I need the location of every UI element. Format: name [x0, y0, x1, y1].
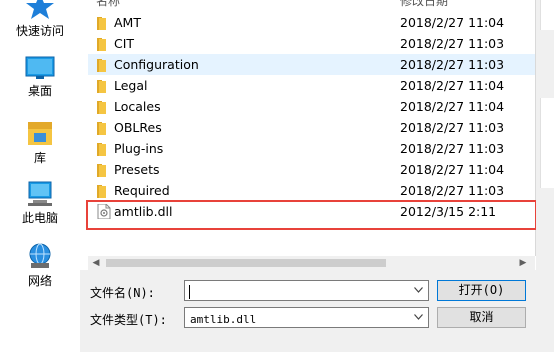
folder-row[interactable]: Legal 2018/2/27 11:04	[88, 75, 535, 96]
library-icon	[28, 122, 52, 145]
chevron-down-icon[interactable]	[414, 314, 423, 320]
star-icon	[26, 0, 54, 19]
filetype-label: 文件类型(T):	[90, 313, 167, 327]
nav-item-desktop[interactable]: 桌面	[0, 56, 80, 99]
folder-row[interactable]: Configuration 2018/2/27 11:03	[88, 54, 535, 75]
nav-label: 此电脑	[21, 211, 58, 225]
file-date: 2018/2/27 11:04	[400, 99, 505, 114]
file-date: 2018/2/27 11:03	[400, 141, 505, 156]
nav-item-quick-access[interactable]: 快速访问	[0, 0, 80, 39]
horizontal-scrollbar[interactable]: ◀ ▶	[88, 256, 535, 270]
scrollbar-thumb[interactable]	[106, 259, 386, 267]
folder-row[interactable]: Locales 2018/2/27 11:04	[88, 96, 535, 117]
folder-icon	[97, 17, 106, 30]
filename-label: 文件名(N):	[90, 286, 155, 300]
file-name: Presets	[114, 162, 160, 177]
text-caret	[189, 285, 190, 299]
scroll-right-icon[interactable]: ▶	[518, 258, 528, 268]
folder-icon	[97, 143, 106, 156]
folder-icon	[97, 101, 106, 114]
open-button[interactable]: 打开(O)	[437, 280, 526, 301]
folder-row[interactable]: Required 2018/2/27 11:03	[88, 180, 535, 201]
outer-scroll-strip	[536, 0, 554, 352]
file-name: OBLRes	[114, 120, 162, 135]
chevron-down-icon[interactable]	[414, 287, 423, 293]
file-date: 2018/2/27 11:03	[400, 57, 505, 72]
nav-item-this-pc[interactable]: 此电脑	[0, 181, 80, 226]
file-date: 2018/2/27 11:04	[400, 78, 505, 93]
scroll-left-icon[interactable]: ◀	[91, 258, 101, 268]
filetype-value: amtlib.dll	[190, 313, 257, 326]
strip-segment	[540, 98, 554, 188]
file-date: 2018/2/27 11:03	[400, 36, 505, 51]
navigation-pane: 快速访问 桌面 库 此电脑 网络	[0, 0, 80, 352]
file-date: 2018/2/27 11:04	[400, 162, 505, 177]
file-name: Required	[114, 183, 170, 198]
nav-item-library[interactable]: 库	[0, 119, 80, 166]
strip-segment	[540, 0, 554, 30]
column-header: 名称 修改日期	[88, 0, 535, 8]
folder-icon	[97, 164, 106, 177]
folder-row[interactable]: Plug-ins 2018/2/27 11:03	[88, 138, 535, 159]
file-name: AMT	[114, 15, 141, 30]
folder-icon	[97, 38, 106, 51]
file-name: CIT	[114, 36, 135, 51]
nav-label: 快速访问	[15, 24, 64, 38]
folder-row[interactable]: OBLRes 2018/2/27 11:03	[88, 117, 535, 138]
folder-icon	[97, 122, 106, 135]
filename-combobox[interactable]	[184, 280, 429, 301]
nav-item-network[interactable]: 网络	[0, 242, 80, 289]
dialog-footer: 文件名(N): 打开(O) 文件类型(T): amtlib.dll 取消	[80, 270, 536, 352]
folder-icon	[97, 185, 106, 198]
folder-icon	[97, 59, 106, 72]
file-date: 2018/2/27 11:03	[400, 120, 505, 135]
cancel-button[interactable]: 取消	[437, 307, 526, 328]
file-name: Legal	[114, 78, 148, 93]
nav-label: 库	[33, 151, 46, 165]
filetype-select[interactable]: amtlib.dll	[184, 307, 429, 328]
folder-icon	[97, 80, 106, 93]
desktop-icon	[25, 56, 55, 79]
file-list: 名称 修改日期 AMT 2018/2/27 11:04 CIT 2018/2/27 1…	[88, 0, 536, 256]
file-date: 2018/2/27 11:03	[400, 183, 505, 198]
nav-label: 桌面	[27, 84, 52, 98]
column-header-name[interactable]: 名称	[96, 0, 120, 8]
file-name: Plug-ins	[114, 141, 164, 156]
network-icon	[29, 243, 51, 268]
file-name: Configuration	[114, 57, 199, 72]
dll-file-icon	[97, 204, 111, 219]
file-name: Locales	[114, 99, 161, 114]
column-header-date[interactable]: 修改日期	[400, 0, 448, 8]
file-date: 2018/2/27 11:04	[400, 15, 505, 30]
file-date: 2012/3/15 2:11	[400, 204, 497, 219]
nav-label: 网络	[27, 274, 52, 288]
file-name: amtlib.dll	[114, 204, 173, 219]
file-row[interactable]: amtlib.dll 2012/3/15 2:11	[88, 201, 535, 222]
computer-icon	[28, 181, 52, 206]
folder-row[interactable]: Presets 2018/2/27 11:04	[88, 159, 535, 180]
folder-row[interactable]: AMT 2018/2/27 11:04	[88, 12, 535, 33]
folder-row[interactable]: CIT 2018/2/27 11:03	[88, 33, 535, 54]
